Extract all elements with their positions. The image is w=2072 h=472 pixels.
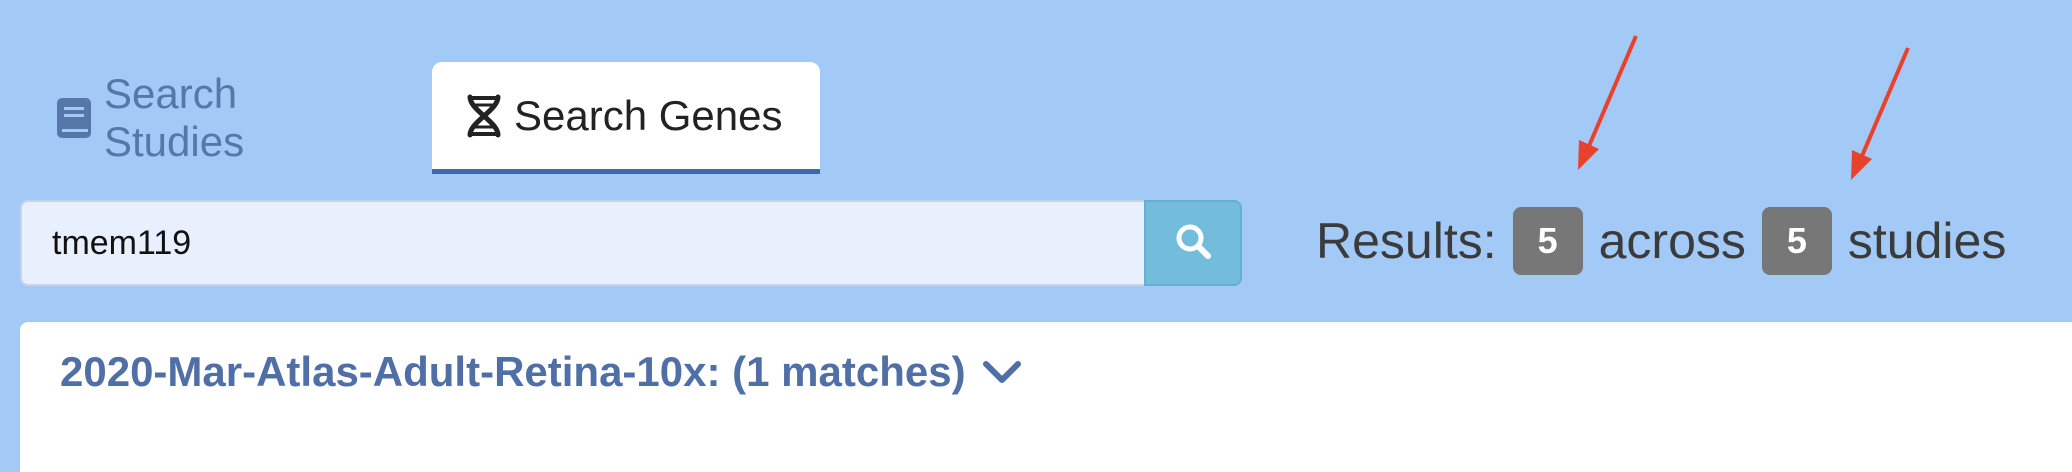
results-across-text: across [1598,213,1746,269]
matches-count-badge: 5 [1512,207,1583,275]
tab-search-genes-label: Search Genes [514,91,783,139]
tab-search-studies[interactable]: Search Studies [56,62,244,174]
results-label: Results: [1316,213,1497,269]
study-result-card: 2020-Mar-Atlas-Adult-Retina-10x: (1 matc… [20,322,2072,472]
results-summary: Results: 5 across 5 studies [1316,206,2006,276]
tab-search-genes[interactable]: Search Genes [432,62,820,174]
gene-search-input[interactable] [20,200,1144,286]
search-icon [1174,222,1212,265]
annotation-arrow [1851,47,1910,180]
dna-icon [466,94,502,138]
annotation-arrow [1578,35,1638,170]
results-studies-text: studies [1847,213,2007,269]
tab-search-studies-label: Search Studies [104,70,245,165]
study-result-title: 2020-Mar-Atlas-Adult-Retina-10x: (1 matc… [60,348,966,395]
studies-count-badge: 5 [1761,207,1832,275]
search-button[interactable] [1144,200,1242,286]
study-result-toggle[interactable]: 2020-Mar-Atlas-Adult-Retina-10x: (1 matc… [60,348,1022,396]
book-icon [56,97,92,139]
chevron-down-icon [982,348,1022,396]
